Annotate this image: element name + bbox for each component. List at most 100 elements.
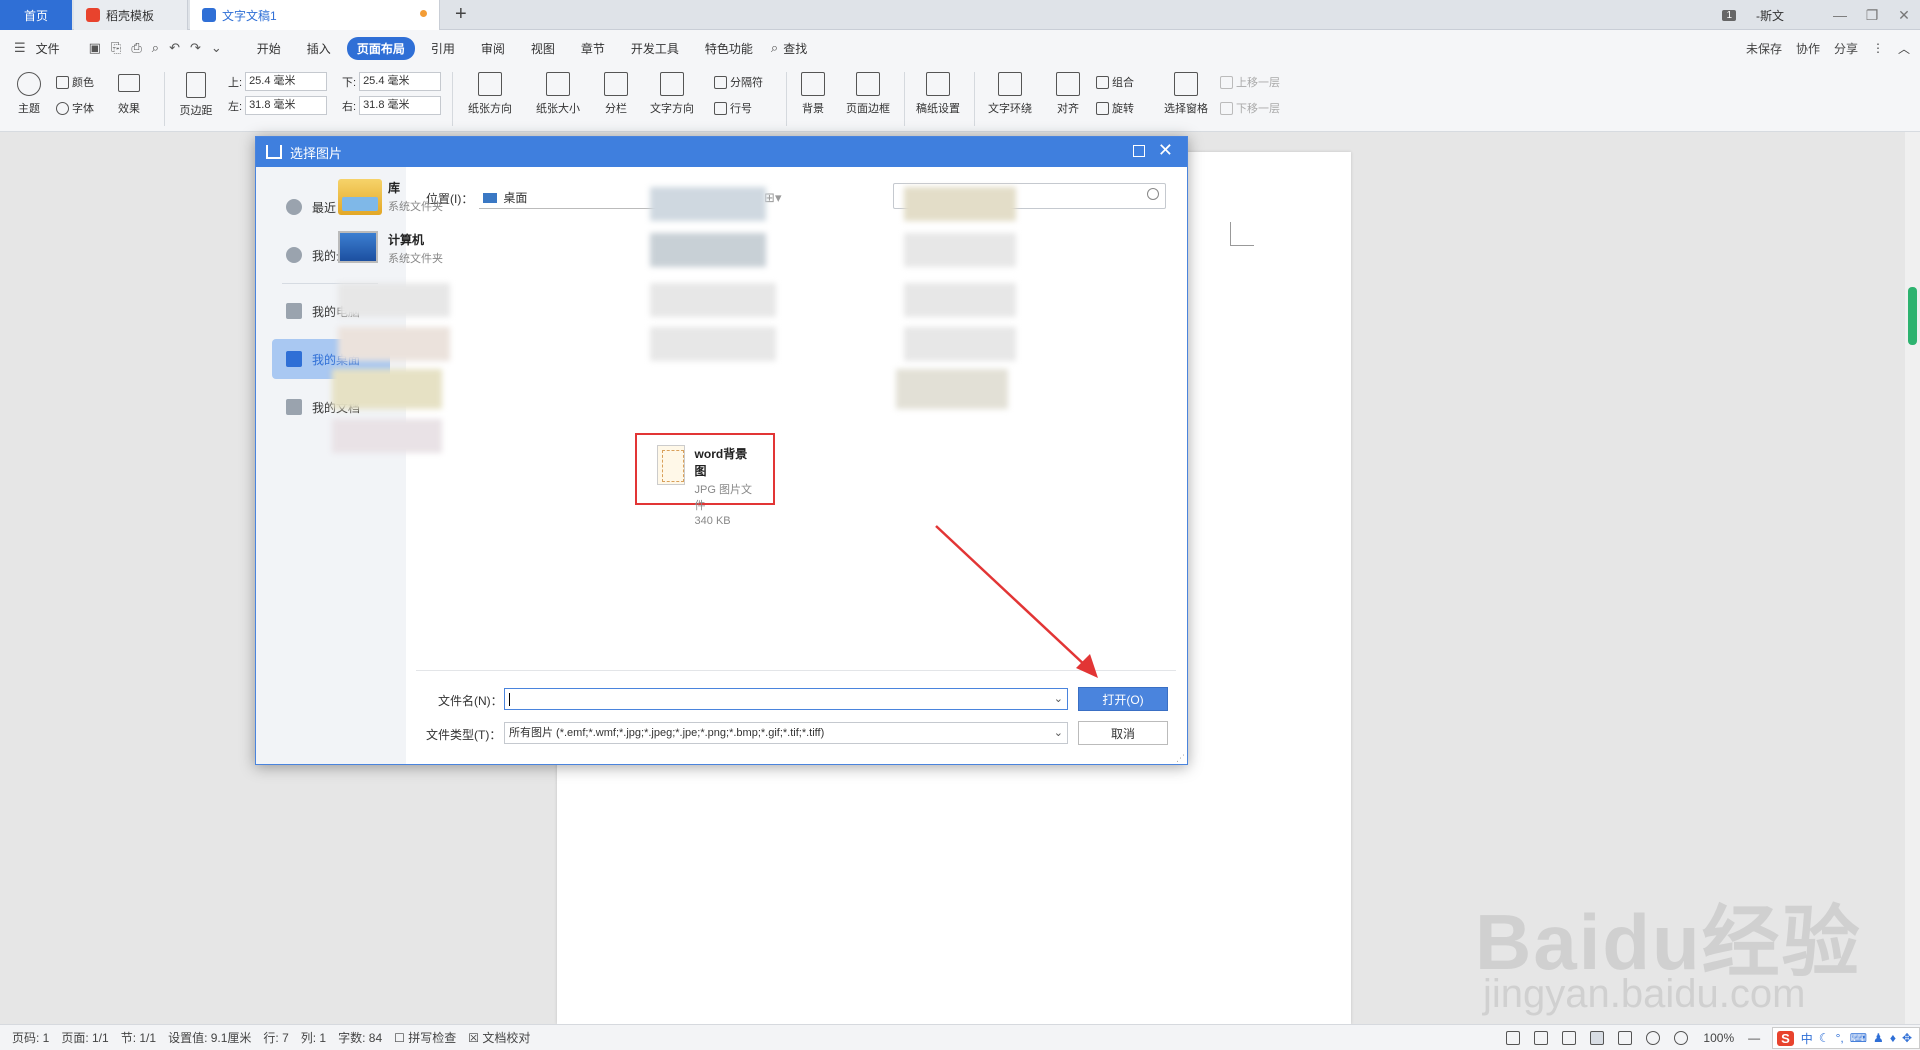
status-setting[interactable]: 设置值: 9.1厘米 — [168, 1029, 251, 1046]
cancel-button[interactable]: 取消 — [1078, 721, 1168, 745]
menu-search[interactable]: 查找 — [783, 40, 807, 57]
new-tab-button[interactable]: + — [455, 3, 467, 26]
filename-input[interactable]: ⌄ — [504, 688, 1068, 710]
menu-features[interactable]: 特色功能 — [695, 37, 763, 60]
align-button[interactable]: 对齐 — [1048, 72, 1088, 116]
share-button[interactable]: 分享 — [1834, 40, 1858, 57]
collaborate-button[interactable]: 协作 — [1796, 40, 1820, 57]
web-view-icon[interactable] — [1646, 1031, 1661, 1045]
left-margin-input[interactable]: 31.8 毫米 — [245, 96, 328, 115]
zoom-level[interactable]: 100% — [1703, 1031, 1734, 1045]
status-page-number[interactable]: 页码: 1 — [12, 1029, 49, 1046]
margins-button[interactable]: 页边距 — [172, 72, 220, 118]
read-mode-icon[interactable] — [1534, 1031, 1549, 1045]
bring-forward-button[interactable]: 上移一层 — [1220, 74, 1280, 90]
menu-chapter[interactable]: 章节 — [571, 37, 615, 60]
menu-insert[interactable]: 插入 — [297, 37, 341, 60]
more-icon[interactable]: ⋮ — [1872, 41, 1884, 55]
export-icon[interactable]: ⎘ — [111, 40, 121, 56]
draft-setting-button[interactable]: 稿纸设置 — [910, 72, 966, 116]
ime-toolbar[interactable]: S 中 ☾ °, ⌨ ♟ ♦ ✥ — [1772, 1027, 1920, 1049]
maximize-icon[interactable] — [1133, 145, 1145, 157]
blurred-file-item[interactable] — [338, 283, 450, 317]
search-icon[interactable]: ⌕ — [771, 40, 778, 56]
close-icon[interactable]: ✕ — [1158, 140, 1173, 161]
blurred-file-item[interactable] — [650, 327, 776, 361]
redo-icon[interactable]: ↷ — [190, 40, 201, 56]
rotate-button[interactable]: 旋转 — [1096, 100, 1134, 116]
paper-size-button[interactable]: 纸张大小 — [528, 72, 588, 116]
right-margin-input[interactable]: 31.8 毫米 — [359, 96, 442, 115]
ime-shirt-icon[interactable]: ♦ — [1890, 1031, 1896, 1045]
blurred-file-item[interactable] — [650, 283, 776, 317]
tab-home[interactable]: 首页 — [0, 0, 72, 30]
unsaved-status[interactable]: 未保存 — [1746, 40, 1782, 57]
customize-icon[interactable]: ⌄ — [211, 40, 222, 56]
user-name[interactable]: -斯文 — [1756, 7, 1784, 24]
group-button[interactable]: 组合 — [1096, 74, 1134, 90]
ime-language[interactable]: 中 — [1801, 1030, 1813, 1047]
status-words[interactable]: 字数: 84 — [338, 1029, 382, 1046]
blurred-file-item[interactable] — [904, 283, 1016, 317]
send-backward-button[interactable]: 下移一层 — [1220, 100, 1280, 116]
chevron-down-icon[interactable]: ⌄ — [1054, 692, 1063, 705]
selection-pane-button[interactable]: 选择窗格 — [1158, 72, 1214, 116]
separator-button[interactable]: 分隔符 — [714, 74, 763, 90]
menu-page-layout[interactable]: 页面布局 — [346, 36, 415, 60]
top-margin-input[interactable]: 25.4 毫米 — [245, 72, 328, 91]
file-item-library[interactable]: 库 系统文件夹 — [338, 179, 443, 215]
fullscreen-icon[interactable] — [1506, 1031, 1521, 1045]
blurred-file-item[interactable] — [896, 369, 1008, 409]
outline-view-icon[interactable] — [1618, 1031, 1633, 1045]
ime-moon-icon[interactable]: ☾ — [1819, 1031, 1830, 1045]
bottom-margin-input[interactable]: 25.4 毫米 — [359, 72, 442, 91]
ime-tools-icon[interactable]: ✥ — [1902, 1031, 1912, 1045]
ime-user-icon[interactable]: ♟ — [1873, 1031, 1884, 1045]
file-item-word-background[interactable]: word背景图 JPG 图片文件 340 KB — [635, 433, 775, 527]
resize-grip-icon[interactable]: ⋰ — [1176, 753, 1185, 764]
menu-file[interactable]: 文件 — [34, 37, 70, 60]
write-mode-icon[interactable] — [1562, 1031, 1577, 1045]
print-preview-icon[interactable]: ⌕ — [152, 40, 159, 56]
save-icon[interactable]: ▣ — [89, 40, 101, 56]
effect-button[interactable]: 效果 — [118, 100, 140, 116]
scroll-thumb[interactable] — [1908, 287, 1917, 345]
ime-keyboard-icon[interactable]: ⌨ — [1850, 1031, 1867, 1045]
dialog-titlebar[interactable]: 选择图片 ✕ — [256, 137, 1187, 167]
page-border-button[interactable]: 页面边框 — [840, 72, 896, 116]
undo-icon[interactable]: ↶ — [169, 40, 180, 56]
restore-icon[interactable]: ❐ — [1856, 7, 1888, 24]
menu-review[interactable]: 审阅 — [471, 37, 515, 60]
zoom-out-icon[interactable]: — — [1748, 1031, 1760, 1045]
menu-developer[interactable]: 开发工具 — [621, 37, 689, 60]
menu-view[interactable]: 视图 — [521, 37, 565, 60]
effect-icon-button[interactable] — [118, 74, 143, 92]
color-button[interactable]: 颜色 — [56, 74, 94, 90]
text-direction-button[interactable]: 文字方向 — [644, 72, 700, 116]
blurred-file-item[interactable] — [904, 233, 1016, 267]
blurred-file-item[interactable] — [338, 327, 450, 361]
status-col[interactable]: 列: 1 — [301, 1029, 326, 1046]
filetype-select[interactable]: 所有图片 (*.emf;*.wmf;*.jpg;*.jpeg;*.jpe;*.p… — [504, 722, 1068, 744]
background-button[interactable]: 背景 — [794, 72, 832, 116]
tab-template[interactable]: 稻壳模板 — [74, 0, 188, 30]
status-pages[interactable]: 页面: 1/1 — [61, 1029, 108, 1046]
window-count-badge[interactable]: 1 — [1722, 9, 1736, 21]
page-view-icon[interactable] — [1590, 1031, 1605, 1045]
font-button[interactable]: 字体 — [56, 100, 94, 116]
proofread-button[interactable]: ☒ 文档校对 — [468, 1029, 530, 1046]
columns-button[interactable]: 分栏 — [596, 72, 636, 116]
status-row[interactable]: 行: 7 — [263, 1029, 288, 1046]
line-number-button[interactable]: 行号 — [714, 100, 752, 116]
orientation-button[interactable]: 纸张方向 — [460, 72, 520, 116]
theme-button[interactable]: 主题 — [12, 72, 46, 116]
blurred-file-item[interactable] — [332, 369, 442, 409]
blurred-file-item[interactable] — [332, 419, 442, 453]
view-mode-icon[interactable]: ⊞▾ — [764, 190, 781, 206]
eye-protect-icon[interactable] — [1674, 1031, 1689, 1045]
hamburger-icon[interactable]: ☰ — [14, 40, 26, 56]
spell-check-button[interactable]: ☐ 拼写检查 — [394, 1029, 456, 1046]
file-item-computer[interactable]: 计算机 系统文件夹 — [338, 231, 443, 266]
tab-document[interactable]: 文字文稿1 — [190, 0, 440, 30]
collapse-ribbon-icon[interactable]: ︿ — [1898, 40, 1910, 57]
